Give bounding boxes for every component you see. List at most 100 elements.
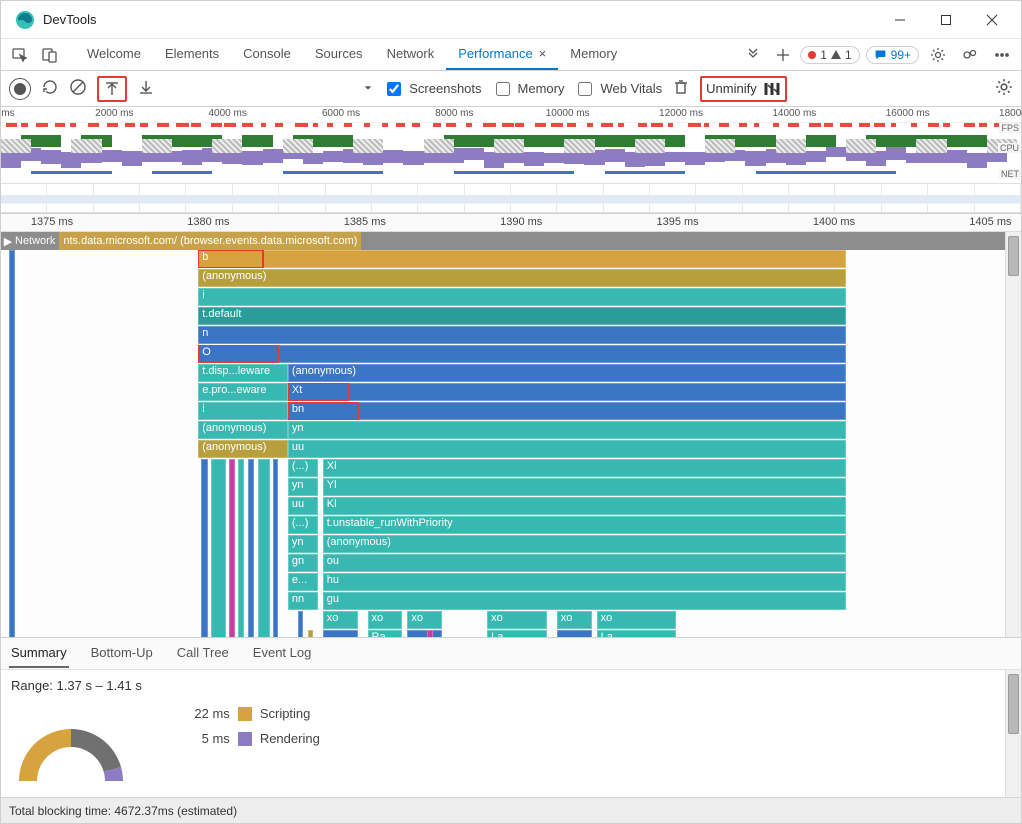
flame-frame[interactable]: [308, 630, 313, 637]
filmstrip-frame[interactable]: [418, 184, 464, 212]
flame-frame[interactable]: (anonymous): [198, 440, 288, 458]
delete-button[interactable]: [672, 78, 690, 99]
flame-frame[interactable]: [557, 630, 592, 637]
flame-frame[interactable]: t.unstable_runWithPriority: [323, 516, 846, 534]
flame-frame[interactable]: [211, 459, 226, 637]
filmstrip-frame[interactable]: [233, 184, 279, 212]
add-tab-button[interactable]: [770, 42, 796, 68]
flame-frame[interactable]: Yl: [323, 478, 846, 496]
filmstrip-frame[interactable]: [743, 184, 789, 212]
tab-console[interactable]: Console: [231, 39, 303, 70]
flame-frame[interactable]: uu: [288, 497, 318, 515]
flame-frame[interactable]: [201, 459, 208, 637]
load-profile-button[interactable]: [97, 76, 127, 102]
close-tab-icon[interactable]: ×: [539, 46, 547, 61]
details-tab-summary[interactable]: Summary: [9, 639, 69, 668]
screenshot-filmstrip[interactable]: [1, 183, 1021, 213]
flame-frame[interactable]: yn: [288, 421, 846, 439]
screenshots-checkbox[interactable]: Screenshots: [383, 79, 481, 99]
overview-body[interactable]: FPS CPU NET: [1, 123, 1021, 183]
flame-frame[interactable]: e...: [288, 573, 318, 591]
reload-button[interactable]: [41, 78, 59, 99]
flame-frame[interactable]: hu: [323, 573, 846, 591]
expand-arrow-icon[interactable]: ▶: [1, 235, 15, 248]
close-button[interactable]: [969, 1, 1015, 39]
flame-frame[interactable]: [273, 459, 278, 637]
filmstrip-frame[interactable]: [882, 184, 928, 212]
flame-frame[interactable]: i: [198, 288, 845, 306]
filmstrip-frame[interactable]: [557, 184, 603, 212]
flame-frame[interactable]: t.default: [198, 307, 845, 325]
flame-frame[interactable]: t.disp...leware: [198, 364, 288, 382]
filmstrip-frame[interactable]: [279, 184, 325, 212]
flame-frame[interactable]: gu: [323, 592, 846, 610]
tab-performance[interactable]: Performance×: [446, 39, 558, 70]
flame-frame[interactable]: [9, 250, 15, 637]
network-track-header[interactable]: ▶ Network nts.data.microsoft.com/ (brows…: [1, 232, 1005, 250]
filmstrip-frame[interactable]: [928, 184, 974, 212]
error-warning-badge[interactable]: 1 1: [800, 46, 859, 64]
history-dropdown-icon[interactable]: [363, 81, 373, 96]
flame-frame[interactable]: [323, 630, 358, 637]
detail-ruler[interactable]: 1375 ms1380 ms1385 ms1390 ms1395 ms1400 …: [1, 214, 1021, 232]
unminify-button[interactable]: Unminify: [700, 76, 787, 102]
details-tab-call-tree[interactable]: Call Tree: [175, 639, 231, 668]
network-request[interactable]: nts.data.microsoft.com/ (browser.events.…: [59, 232, 361, 250]
more-menu-icon[interactable]: [989, 42, 1015, 68]
summary-scrollbar[interactable]: [1005, 670, 1021, 797]
issues-badge[interactable]: 99+: [866, 46, 919, 64]
flame-frame[interactable]: b: [198, 250, 845, 268]
record-button[interactable]: [9, 78, 31, 100]
filmstrip-frame[interactable]: [789, 184, 835, 212]
save-profile-button[interactable]: [137, 78, 155, 99]
maximize-button[interactable]: [923, 1, 969, 39]
flame-frame[interactable]: (anonymous): [288, 364, 846, 382]
filmstrip-frame[interactable]: [94, 184, 140, 212]
flame-frame[interactable]: Ra: [368, 630, 403, 637]
flamechart-scrollbar[interactable]: [1005, 232, 1021, 637]
tab-sources[interactable]: Sources: [303, 39, 375, 70]
details-tab-bottom-up[interactable]: Bottom-Up: [89, 639, 155, 668]
filmstrip-frame[interactable]: [465, 184, 511, 212]
flame-frame[interactable]: xo: [323, 611, 358, 629]
flame-frame[interactable]: bn: [288, 402, 846, 420]
filmstrip-frame[interactable]: [140, 184, 186, 212]
webvitals-checkbox[interactable]: Web Vitals: [574, 79, 662, 99]
tab-welcome[interactable]: Welcome: [75, 39, 153, 70]
flame-frame[interactable]: Xl: [323, 459, 846, 477]
filmstrip-frame[interactable]: [835, 184, 881, 212]
filmstrip-frame[interactable]: [650, 184, 696, 212]
device-toolbar-icon[interactable]: [37, 42, 63, 68]
timeline-overview[interactable]: 00 ms2000 ms4000 ms6000 ms8000 ms10000 m…: [1, 107, 1021, 214]
flame-frame[interactable]: n: [198, 326, 845, 344]
flame-frame[interactable]: La: [597, 630, 677, 637]
flame-frame[interactable]: ou: [323, 554, 846, 572]
filmstrip-frame[interactable]: [604, 184, 650, 212]
flame-frame[interactable]: e.pro...eware: [198, 383, 288, 401]
filmstrip-frame[interactable]: [1, 184, 47, 212]
flame-frame[interactable]: O: [198, 345, 845, 363]
flame-frame[interactable]: yn: [288, 478, 318, 496]
flame-frame[interactable]: [407, 630, 442, 637]
flame-frame[interactable]: xo: [368, 611, 403, 629]
flame-frame[interactable]: xo: [487, 611, 547, 629]
flame-frame[interactable]: gn: [288, 554, 318, 572]
flame-frame[interactable]: (...): [288, 459, 318, 477]
flame-frame[interactable]: xo: [597, 611, 677, 629]
flame-frame[interactable]: [298, 611, 303, 637]
filmstrip-frame[interactable]: [326, 184, 372, 212]
flame-frame[interactable]: xo: [557, 611, 592, 629]
clear-button[interactable]: [69, 78, 87, 99]
flame-frame[interactable]: [258, 459, 270, 637]
capture-settings-gear-icon[interactable]: [995, 78, 1013, 99]
memory-checkbox[interactable]: Memory: [492, 79, 565, 99]
flame-frame[interactable]: nn: [288, 592, 318, 610]
flame-frame[interactable]: (anonymous): [198, 421, 288, 439]
inspect-element-icon[interactable]: [7, 42, 33, 68]
flame-frame[interactable]: (anonymous): [198, 269, 845, 287]
flame-frame[interactable]: [238, 459, 244, 637]
details-tab-event-log[interactable]: Event Log: [251, 639, 314, 668]
flame-frame[interactable]: [229, 459, 235, 637]
minimize-button[interactable]: [877, 1, 923, 39]
flamechart[interactable]: ▶ Network nts.data.microsoft.com/ (brows…: [1, 232, 1005, 637]
